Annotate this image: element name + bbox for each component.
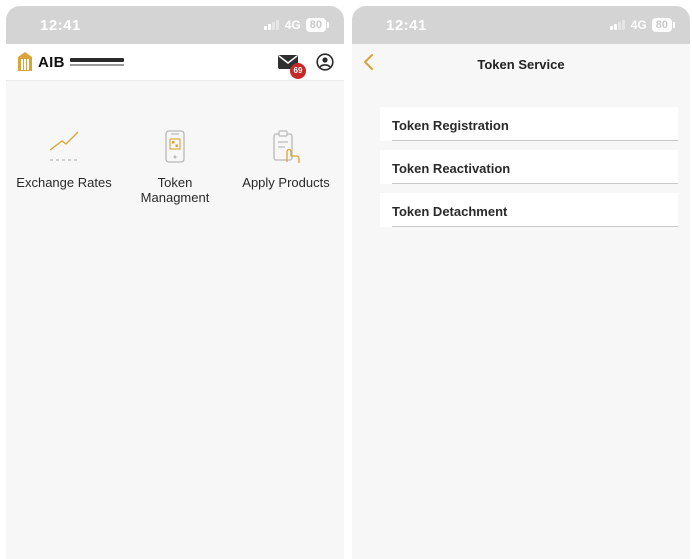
token-detachment-label: Token Detachment bbox=[392, 204, 508, 219]
status-bar: 12:41 4G 80 bbox=[352, 6, 690, 44]
page-title: Token Service bbox=[477, 57, 565, 72]
services-grid: Exchange Rates Token Managment Apply Pro… bbox=[6, 124, 344, 214]
bank-logo-icon bbox=[18, 52, 32, 71]
divider bbox=[392, 183, 678, 184]
token-device-icon bbox=[165, 130, 185, 163]
app-header: AIB 69 bbox=[6, 44, 344, 81]
battery-level: 80 bbox=[655, 19, 668, 31]
nav-header: Token Service bbox=[352, 44, 690, 84]
token-management-label: Token Managment bbox=[140, 175, 210, 205]
unread-badge: 69 bbox=[290, 63, 306, 79]
token-registration-item[interactable]: Token Registration bbox=[380, 107, 678, 141]
status-indicators: 4G 80 bbox=[263, 18, 330, 32]
apply-products-tile[interactable]: Apply Products bbox=[231, 124, 341, 190]
battery-icon: 80 bbox=[305, 18, 330, 32]
network-label: 4G bbox=[284, 18, 301, 32]
token-options-list: Token Registration Token Reactivation To… bbox=[380, 107, 678, 236]
status-time: 12:41 bbox=[40, 17, 81, 34]
battery-level: 80 bbox=[309, 19, 322, 31]
exchange-rates-label: Exchange Rates bbox=[16, 175, 112, 190]
token-detachment-item[interactable]: Token Detachment bbox=[380, 193, 678, 227]
profile-icon[interactable] bbox=[316, 53, 334, 71]
apply-products-label: Apply Products bbox=[242, 175, 330, 190]
signal-icon bbox=[609, 20, 625, 30]
token-reactivation-label: Token Reactivation bbox=[392, 161, 511, 176]
divider bbox=[392, 226, 678, 227]
exchange-rates-tile[interactable]: Exchange Rates bbox=[9, 124, 119, 190]
battery-icon: 80 bbox=[651, 18, 676, 32]
status-bar: 12:41 4G 80 bbox=[6, 6, 344, 44]
bank-logo: AIB bbox=[16, 51, 124, 73]
signal-icon bbox=[263, 20, 279, 30]
home-screen: 12:41 4G 80 AIB 69 Exchange Rates Token … bbox=[6, 6, 344, 559]
token-management-tile[interactable]: Token Managment bbox=[120, 124, 230, 205]
status-time: 12:41 bbox=[386, 17, 427, 34]
token-reactivation-item[interactable]: Token Reactivation bbox=[380, 150, 678, 184]
bank-logo-subtitle bbox=[69, 58, 124, 66]
divider bbox=[392, 140, 678, 141]
bank-logo-text: AIB bbox=[38, 53, 65, 71]
network-label: 4G bbox=[630, 18, 647, 32]
token-registration-label: Token Registration bbox=[392, 118, 509, 133]
clipboard-hand-icon bbox=[273, 130, 300, 163]
chart-line-icon bbox=[49, 131, 80, 161]
status-indicators: 4G 80 bbox=[609, 18, 676, 32]
token-service-screen: 12:41 4G 80 Token Service Token Registra… bbox=[352, 6, 690, 559]
